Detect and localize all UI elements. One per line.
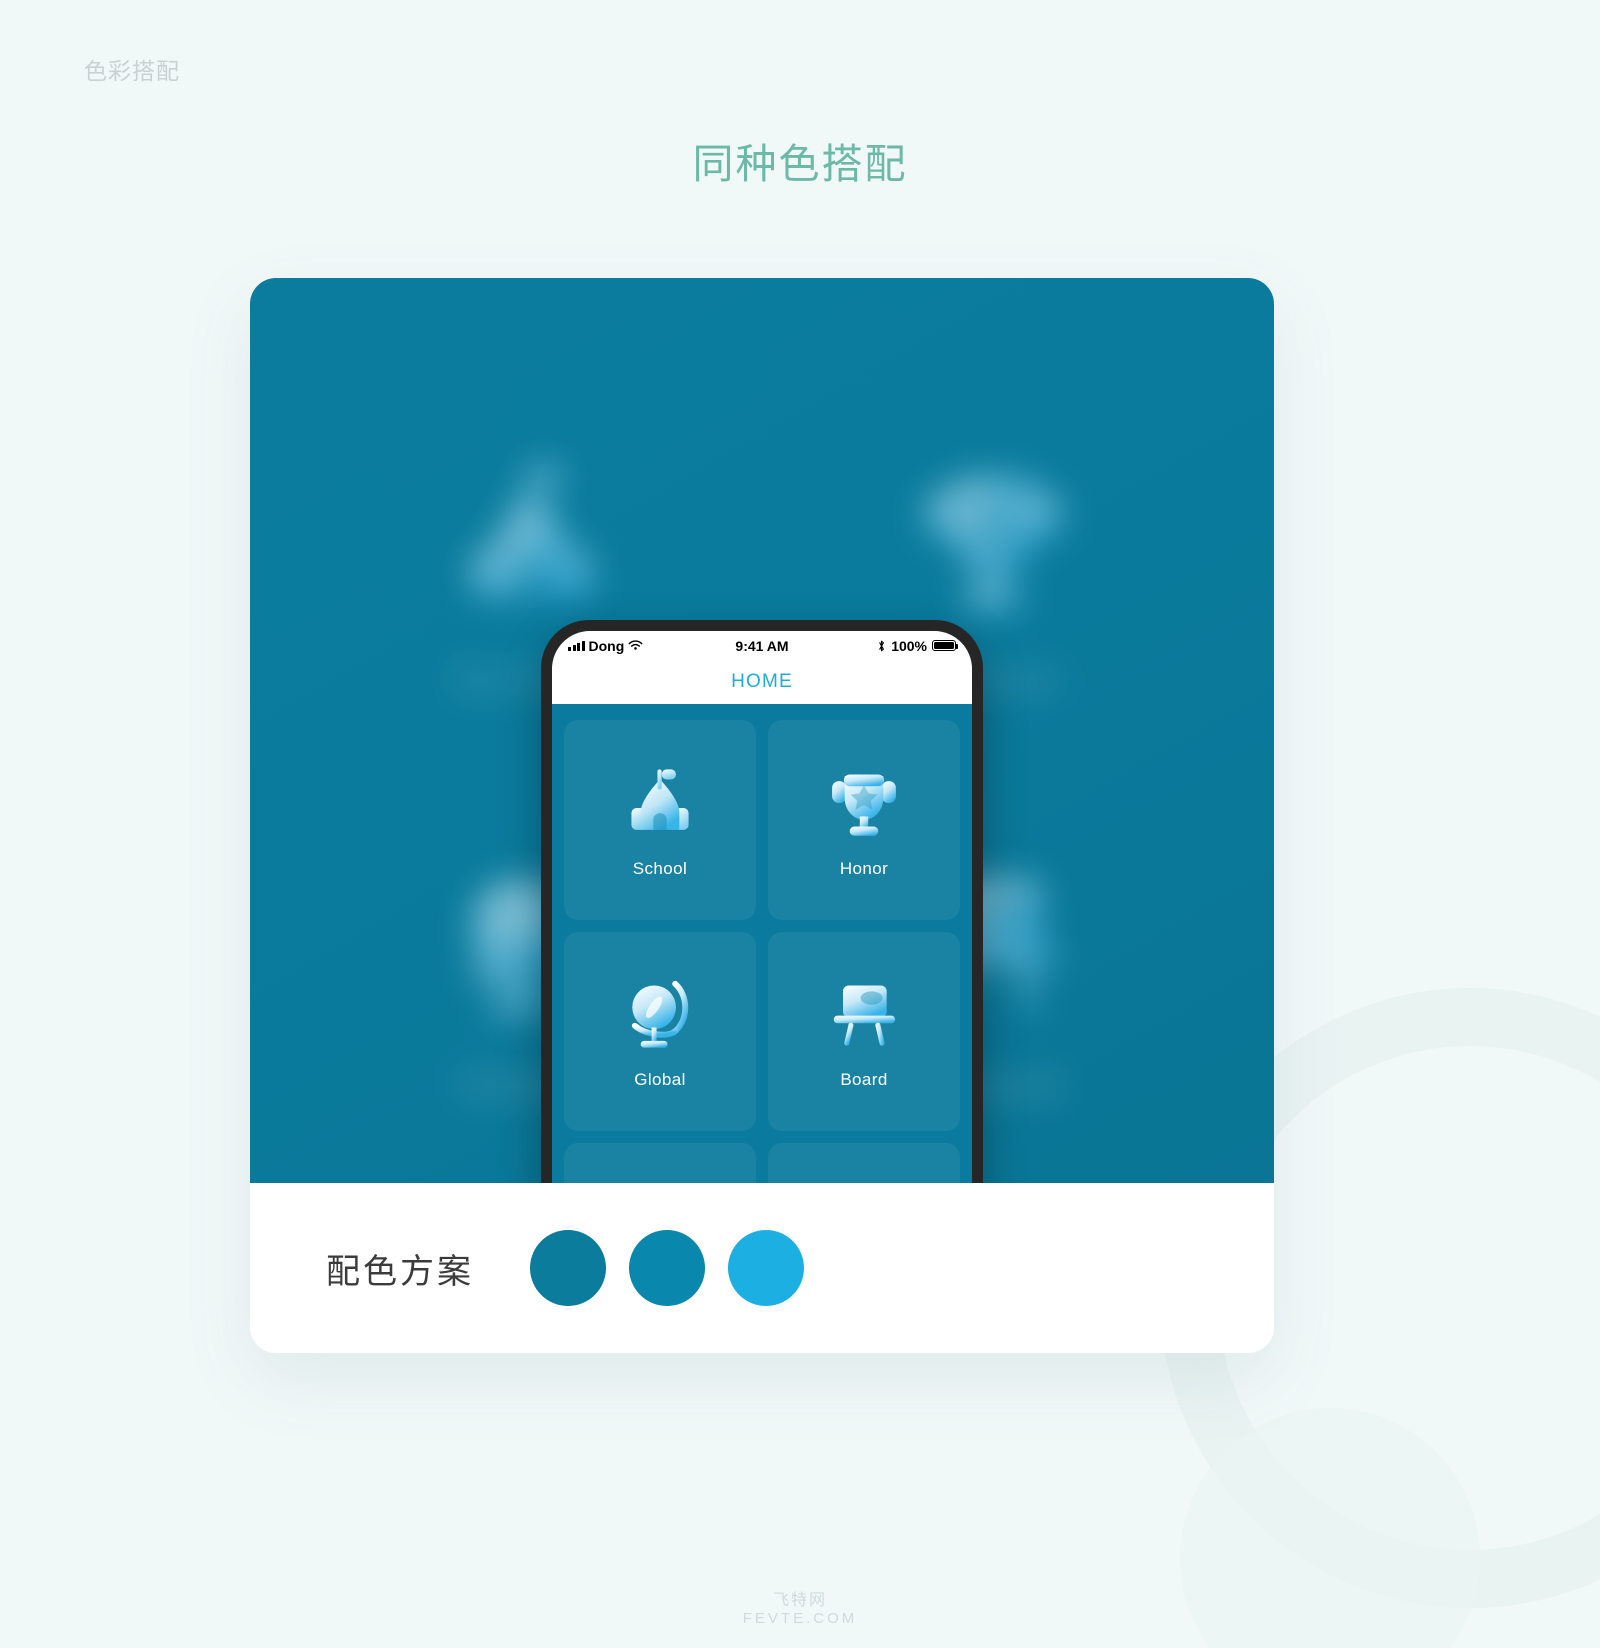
battery-full-icon [932,640,959,651]
battery-percent-label: 100% [891,637,927,654]
tile-school[interactable]: School [564,720,756,920]
tile-honor[interactable]: Honor [768,720,960,920]
tile-label: Global [634,1070,686,1090]
palette-footer: 配色方案 [250,1183,1274,1353]
bluetooth-icon [879,640,885,651]
easel-board-icon [833,985,896,1047]
tile-label: School [632,858,688,878]
school-building-icon [631,769,689,830]
palette-swatches [530,1230,804,1306]
status-bar: Dong 9:41 AM 100% [552,631,972,660]
status-bar-right: 100% [877,637,959,654]
watermark-bottom-cn: 飞特网 [772,1592,827,1609]
page-root: 色彩搭配 同种色搭配 School Honor Global Board Don… [0,0,1600,1648]
watermark-top-left: 色彩搭配 [84,58,180,84]
nav-bar: HOME [552,660,972,704]
trophy-icon [832,774,896,836]
school-building-icon [471,467,591,597]
showcase-card: School Honor Global Board Dong 9:41 AM 1… [250,278,1274,1353]
trophy-icon [926,478,1060,610]
page-title: 同种色搭配 [692,141,908,187]
swatch-mid-teal[interactable] [629,1230,705,1306]
globe-icon [631,981,689,1049]
watermark-bottom-en: FEVTE.COM [742,1610,858,1627]
palette-label: 配色方案 [326,1252,474,1291]
tile-label: Board [840,1070,888,1090]
swatch-bright-cyan[interactable] [728,1230,804,1306]
swatch-deep-teal[interactable] [530,1230,606,1306]
tile-global[interactable]: Global [564,931,756,1132]
tile-board[interactable]: Board [768,931,960,1132]
nav-title: HOME [731,671,793,692]
tile-label: Honor [839,858,889,878]
